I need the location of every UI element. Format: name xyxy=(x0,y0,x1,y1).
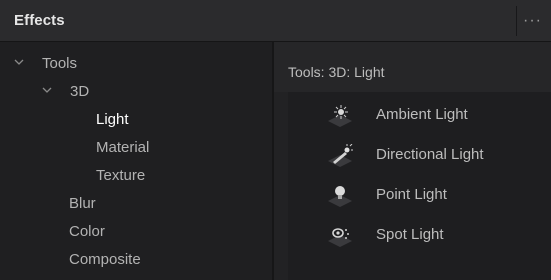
breadcrumb-bar: Tools: 3D: Light xyxy=(274,42,551,92)
more-options-icon[interactable]: ··· xyxy=(523,10,551,32)
tree-item-label: Light xyxy=(96,111,129,128)
panel-header: Effects ··· xyxy=(0,0,551,42)
panel-title: Effects xyxy=(14,12,65,29)
tree-item-color[interactable]: Color xyxy=(69,218,105,246)
list-item-label: Point Light xyxy=(376,186,447,203)
tree-item-composite[interactable]: Composite xyxy=(69,246,141,274)
tree-item-3d[interactable]: 3D xyxy=(42,78,89,106)
tree-item-tools[interactable]: Tools xyxy=(14,50,77,78)
tree-item-material[interactable]: Material xyxy=(96,134,149,162)
tree-item-label: Material xyxy=(96,139,150,156)
list-item-label: Ambient Light xyxy=(376,106,468,123)
breadcrumb: Tools: 3D: Light xyxy=(288,64,385,80)
chevron-down-icon[interactable] xyxy=(42,85,52,95)
effects-panel: Effects ··· Tools 3D Light Material Text… xyxy=(0,0,551,280)
tree-item-texture[interactable]: Texture xyxy=(96,162,145,190)
effects-tree: Tools 3D Light Material Texture Blur Col… xyxy=(0,42,272,280)
effects-content-pane: Tools: 3D: Light Ambient Light Direction… xyxy=(274,42,551,280)
list-item-ambient-light[interactable]: Ambient Light xyxy=(288,96,551,136)
header-divider xyxy=(516,6,517,36)
effects-list: Ambient Light Directional Light Point Li… xyxy=(288,92,551,280)
tree-item-label: Color xyxy=(69,223,105,240)
ambient-light-icon xyxy=(325,104,355,128)
list-item-label: Directional Light xyxy=(376,146,484,163)
directional-light-icon xyxy=(325,143,355,168)
tree-item-label: Blur xyxy=(69,195,96,212)
chevron-down-icon[interactable] xyxy=(14,57,24,67)
tree-item-label: Tools xyxy=(42,55,78,72)
list-item-directional-light[interactable]: Directional Light xyxy=(288,136,551,176)
list-item-spot-light[interactable]: Spot Light xyxy=(288,216,551,256)
tree-item-label: Texture xyxy=(96,167,146,184)
list-item-label: Spot Light xyxy=(376,226,444,243)
tree-item-blur[interactable]: Blur xyxy=(69,190,96,218)
point-light-icon xyxy=(325,184,355,208)
tree-item-label: Composite xyxy=(69,251,141,268)
tree-item-label: 3D xyxy=(70,83,90,100)
list-item-point-light[interactable]: Point Light xyxy=(288,176,551,216)
spot-light-icon xyxy=(325,224,355,248)
tree-item-light[interactable]: Light xyxy=(96,106,129,134)
